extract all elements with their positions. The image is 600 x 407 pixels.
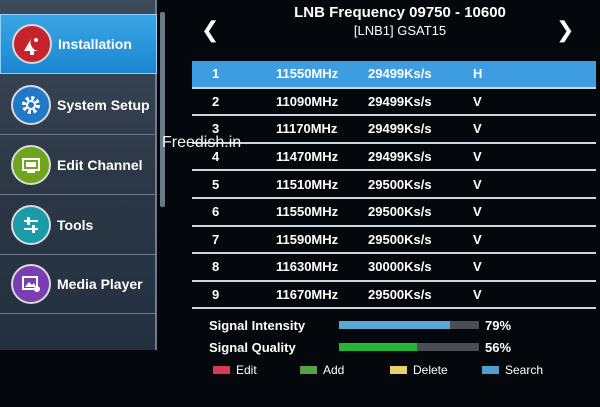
frequency: 11630MHz — [276, 259, 339, 275]
signal-quality-fill — [339, 343, 418, 351]
gear-icon — [11, 84, 51, 125]
frequency: 11170MHz — [276, 121, 338, 137]
frequency: 11550MHz — [276, 204, 339, 220]
lnb-frequency-title: LNB Frequency 09750 - 10600 — [294, 4, 506, 21]
signal-quality-value: 56% — [485, 340, 512, 355]
row-index: 5 — [212, 176, 220, 192]
sidebar-item-label: Installation — [58, 36, 132, 52]
transponder-row[interactable]: 2 11090MHz 29499Ks/s V — [192, 89, 596, 117]
row-index: 7 — [212, 231, 220, 247]
row-index: 6 — [212, 204, 220, 220]
symbol-rate: 29499Ks/s — [368, 121, 432, 137]
signal-intensity-value: 79% — [485, 318, 512, 333]
polarization: H — [473, 66, 483, 82]
transponder-row[interactable]: 4 11470MHz 29499Ks/s V — [192, 144, 596, 172]
prev-satellite-arrow-icon[interactable]: ❮ — [201, 19, 219, 41]
sidebar-item-installation[interactable]: Installation — [0, 14, 157, 74]
transponder-list: 1 11550MHz 29499Ks/s H 2 11090MHz 29499Ks/s V 3 1… — [192, 61, 596, 310]
blue-key-icon — [482, 366, 499, 374]
legend-label: Search — [505, 363, 544, 377]
symbol-rate: 29499Ks/s — [368, 149, 432, 165]
satellite-dish-icon — [12, 24, 52, 64]
sidebar-item-tools[interactable]: Tools — [0, 195, 157, 255]
sidebar-item-media-player[interactable]: Media Player — [0, 254, 157, 314]
symbol-rate: 30000Ks/s — [368, 259, 432, 275]
polarization: V — [473, 231, 482, 247]
sidebar-item-label: System Setup — [57, 96, 150, 113]
row-index: 9 — [212, 287, 220, 303]
legend-label: Edit — [236, 363, 257, 377]
sidebar-scrollbar[interactable] — [160, 12, 165, 207]
transponder-row[interactable]: 5 11510MHz 29500Ks/s V — [192, 171, 596, 199]
tv-edit-icon — [11, 144, 51, 185]
signal-quality-label: Signal Quality — [209, 340, 296, 355]
signal-quality-bar — [339, 343, 479, 351]
polarization: V — [473, 93, 482, 109]
sidebar-item-label: Edit Channel — [57, 156, 143, 173]
signal-intensity-bar — [339, 321, 479, 329]
frequency: 11590MHz — [276, 231, 339, 247]
frequency: 11550MHz — [276, 66, 339, 82]
frequency: 11470MHz — [276, 149, 339, 165]
sidebar-item-system-setup[interactable]: System Setup — [0, 75, 157, 135]
sidebar-item-edit-channel[interactable]: Edit Channel — [0, 135, 157, 195]
legend-label: Add — [323, 363, 345, 377]
legend-search: Search — [482, 363, 543, 377]
sidebar-item-label: Media Player — [57, 275, 143, 292]
transponder-row[interactable]: 6 11550MHz 29500Ks/s V — [192, 199, 596, 227]
red-key-icon — [213, 366, 230, 374]
frequency: 11510MHz — [276, 176, 339, 192]
media-player-icon — [11, 263, 51, 304]
legend-label: Delete — [413, 363, 448, 377]
transponder-row[interactable]: 9 11670MHz 29500Ks/s V — [192, 282, 596, 310]
watermark: Freedish.in — [162, 134, 242, 151]
yellow-key-icon — [390, 366, 407, 374]
sidebar-menu: Installation System Setup Edit Channel T… — [0, 0, 157, 350]
frequency: 11670MHz — [276, 287, 339, 303]
polarization: V — [473, 259, 482, 275]
polarization: V — [473, 204, 482, 220]
symbol-rate: 29500Ks/s — [368, 231, 432, 247]
tools-icon — [11, 204, 51, 245]
polarization: V — [473, 176, 482, 192]
polarization: V — [473, 121, 482, 137]
symbol-rate: 29499Ks/s — [368, 66, 432, 82]
symbol-rate: 29500Ks/s — [368, 204, 432, 220]
polarization: V — [473, 149, 482, 165]
row-index: 1 — [212, 66, 220, 82]
legend-delete: Delete — [390, 363, 448, 377]
row-index: 8 — [212, 259, 220, 275]
frequency: 11090MHz — [276, 93, 339, 109]
transponder-row[interactable]: 8 11630MHz 30000Ks/s V — [192, 254, 596, 282]
transponder-row[interactable]: 3 11170MHz 29499Ks/s V — [192, 116, 596, 144]
transponder-row[interactable]: 7 11590MHz 29500Ks/s V — [192, 227, 596, 255]
signal-intensity-fill — [339, 321, 450, 329]
next-satellite-arrow-icon[interactable]: ❯ — [556, 19, 574, 41]
symbol-rate: 29500Ks/s — [368, 287, 432, 303]
satellite-name: [LNB1] GSAT15 — [353, 23, 447, 38]
row-index: 2 — [212, 93, 220, 109]
symbol-rate: 29499Ks/s — [368, 93, 432, 109]
green-key-icon — [300, 366, 317, 374]
signal-intensity-label: Signal Intensity — [209, 318, 306, 333]
symbol-rate: 29500Ks/s — [368, 176, 432, 192]
legend-edit: Edit — [213, 363, 257, 377]
legend-add: Add — [300, 363, 344, 377]
transponder-row[interactable]: 1 11550MHz 29499Ks/s H — [192, 61, 596, 89]
sidebar-item-label: Tools — [57, 216, 94, 233]
polarization: V — [473, 287, 482, 303]
